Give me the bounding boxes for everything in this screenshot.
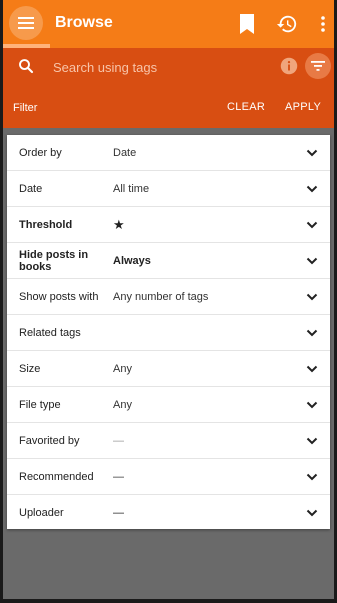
- filter-row-label: Date: [19, 183, 43, 195]
- search-bar: [3, 48, 334, 87]
- filter-row-label: Threshold: [19, 219, 73, 231]
- filter-row-favorited-by[interactable]: Favorited by —: [7, 423, 330, 459]
- filter-row-value: Any: [113, 363, 132, 375]
- filter-row-label: Related tags: [19, 327, 81, 339]
- filter-row-label: Show posts with: [19, 291, 99, 303]
- filter-row-value: —: [113, 435, 124, 447]
- chevron-down-icon: [306, 329, 318, 337]
- chevron-down-icon: [306, 401, 318, 409]
- more-vert-icon: [321, 16, 325, 32]
- filter-row-threshold[interactable]: Threshold ★: [7, 207, 330, 243]
- menu-icon: [18, 17, 34, 29]
- filter-row-value: All time: [113, 183, 150, 195]
- chevron-down-icon: [306, 257, 318, 265]
- page-title: Browse: [55, 14, 113, 31]
- filter-row-label: Recommended: [19, 471, 94, 483]
- history-icon: [276, 15, 297, 33]
- filter-row-value: Any: [113, 399, 132, 411]
- filter-row-value: —: [113, 471, 124, 483]
- filter-row-show-posts-with[interactable]: Show posts with Any number of tags: [7, 279, 330, 315]
- filter-row-label: Uploader: [19, 507, 64, 519]
- info-icon[interactable]: [280, 57, 298, 75]
- chevron-down-icon: [306, 509, 318, 517]
- filter-row-label: Hide posts in books: [19, 249, 89, 273]
- chevron-down-icon: [306, 185, 318, 193]
- filter-row-file-type[interactable]: File type Any: [7, 387, 330, 423]
- filter-bar: Filter CLEAR APPLY: [3, 87, 334, 128]
- filter-row-hide-posts-in-books[interactable]: Hide posts in books Always: [7, 243, 330, 279]
- history-button[interactable]: [275, 12, 299, 36]
- filter-row-order-by[interactable]: Order by Date: [7, 135, 330, 171]
- filter-row-related-tags[interactable]: Related tags: [7, 315, 330, 351]
- chevron-down-icon: [306, 365, 318, 373]
- chevron-down-icon: [306, 221, 318, 229]
- filter-toggle-button[interactable]: [305, 53, 331, 79]
- more-options-button[interactable]: [311, 12, 335, 36]
- menu-button[interactable]: [9, 6, 43, 40]
- chevron-down-icon: [306, 293, 318, 301]
- filter-row-value: Any number of tags: [113, 291, 209, 303]
- app-bar: Browse: [3, 0, 334, 48]
- filter-row-size[interactable]: Size Any: [7, 351, 330, 387]
- filter-list-icon: [311, 61, 325, 71]
- filter-row-value: —: [113, 507, 124, 519]
- filter-row-uploader[interactable]: Uploader —: [7, 495, 330, 529]
- filter-row-value: Always: [113, 255, 151, 267]
- filter-row-date[interactable]: Date All time: [7, 171, 330, 207]
- filter-row-value: ★: [113, 217, 125, 232]
- filter-panel: Order by Date Date All time Threshold ★ …: [7, 135, 330, 529]
- chevron-down-icon: [306, 437, 318, 445]
- phone-frame-bottom: [0, 599, 337, 603]
- filter-row-label: Size: [19, 363, 41, 375]
- filter-row-recommended[interactable]: Recommended —: [7, 459, 330, 495]
- clear-button[interactable]: CLEAR: [227, 101, 265, 113]
- filter-row-label: Order by: [19, 147, 62, 159]
- bookmark-button[interactable]: [235, 12, 259, 36]
- chevron-down-icon: [306, 473, 318, 481]
- filter-row-label: Favorited by: [19, 435, 80, 447]
- filter-row-value: Date: [113, 147, 137, 159]
- search-icon[interactable]: [17, 57, 35, 75]
- bookmark-icon: [240, 14, 254, 34]
- chevron-down-icon: [306, 149, 318, 157]
- filter-label: Filter: [13, 102, 38, 114]
- apply-button[interactable]: APPLY: [285, 101, 321, 113]
- filter-row-label: File type: [19, 399, 61, 411]
- search-input[interactable]: [53, 57, 263, 77]
